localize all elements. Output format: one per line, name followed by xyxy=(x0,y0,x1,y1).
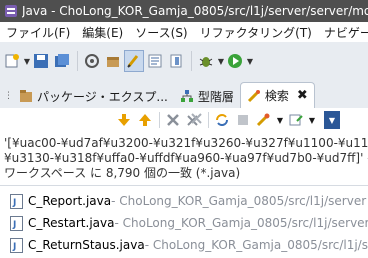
menu-edit[interactable]: 編集(E) xyxy=(76,24,129,41)
eclipse-app-icon xyxy=(4,4,18,18)
result-item[interactable]: J C_Restart.java - ChoLong_KOR_Gamja_080… xyxy=(0,212,368,234)
cancel-search-icon[interactable] xyxy=(233,110,253,130)
pin-view-icon[interactable] xyxy=(286,110,306,130)
previous-match-icon[interactable] xyxy=(135,110,155,130)
package-explorer-icon xyxy=(19,89,33,103)
toolbar-separator xyxy=(77,51,78,71)
debug-config-icon[interactable] xyxy=(82,50,102,72)
result-filename: C_ReturnStaus.java xyxy=(28,238,145,252)
refresh-icon[interactable] xyxy=(212,110,232,130)
svg-text:J: J xyxy=(12,242,16,252)
result-path: - ChoLong_KOR_Gamja_0805/src/l1j/server xyxy=(114,216,368,230)
window-title: Java - ChoLong_KOR_Gamja_0805/src/l1j/se… xyxy=(22,4,368,18)
menu-source[interactable]: ソース(S) xyxy=(129,24,193,41)
search-view-toolbar: ▼ ▼ ▼ xyxy=(0,108,368,132)
result-path: - ChoLong_KOR_Gamja_0805/src/l1j/server xyxy=(144,238,368,252)
type-hierarchy-icon xyxy=(180,89,194,103)
window-titlebar: Java - ChoLong_KOR_Gamja_0805/src/l1j/se… xyxy=(0,0,368,22)
result-filename: C_Report.java xyxy=(28,194,112,208)
next-match-icon[interactable] xyxy=(114,110,134,130)
run-icon[interactable] xyxy=(225,50,245,72)
history-dropdown-icon[interactable]: ▼ xyxy=(275,110,285,130)
new-dropdown-icon[interactable]: ▼ xyxy=(23,50,31,72)
menu-navigate[interactable]: ナビゲート(N) xyxy=(318,24,368,41)
view-tab-bar: ⋮ パッケージ・エクスプ... 型階層 検索 ✖ xyxy=(0,82,368,108)
java-file-icon: J xyxy=(10,193,23,209)
view-menu-icon[interactable]: ▼ xyxy=(324,111,340,129)
java-file-icon: J xyxy=(10,215,23,231)
toolbar-separator xyxy=(191,51,192,71)
main-toolbar: ▼ ▼ ▼ xyxy=(0,42,368,80)
pin-dropdown-icon[interactable]: ▼ xyxy=(307,110,317,130)
mark-occurrences-icon[interactable] xyxy=(124,50,144,72)
remove-all-icon[interactable] xyxy=(184,110,204,130)
java-file-icon: J xyxy=(10,237,23,253)
block-selection-icon[interactable] xyxy=(145,50,165,72)
result-item[interactable]: J C_ReturnStaus.java - ChoLong_KOR_Gamja… xyxy=(0,234,368,256)
drag-handle-icon[interactable]: ⋮ xyxy=(4,91,13,101)
new-icon[interactable] xyxy=(2,50,22,72)
svg-text:J: J xyxy=(12,198,16,208)
box-icon[interactable] xyxy=(103,50,123,72)
tab-label: 検索 xyxy=(264,89,289,103)
save-all-icon[interactable] xyxy=(52,50,72,72)
search-summary: '[¥uac00-¥ud7af¥u3200-¥u321f¥u3260-¥u327… xyxy=(0,132,368,181)
search-results-tree: J C_Report.java - ChoLong_KOR_Gamja_0805… xyxy=(0,186,368,256)
summary-line: ワークスペース に 8,790 個の一致 (*.java) xyxy=(4,166,241,180)
show-whitespace-icon[interactable] xyxy=(166,50,186,72)
search-view: ▼ ▼ ▼ '[¥uac00-¥ud7af¥u3200-¥u321f¥u3260… xyxy=(0,108,368,258)
close-icon[interactable]: ✖ xyxy=(297,88,308,103)
tab-label: パッケージ・エクスプ... xyxy=(37,89,168,104)
save-icon[interactable] xyxy=(31,50,51,72)
debug-icon[interactable] xyxy=(196,50,216,72)
tab-type-hierarchy[interactable]: 型階層 xyxy=(174,84,240,108)
search-icon xyxy=(247,89,261,103)
debug-dropdown-icon[interactable]: ▼ xyxy=(217,50,225,72)
menu-file[interactable]: ファイル(F) xyxy=(0,24,76,41)
result-item[interactable]: J C_Report.java - ChoLong_KOR_Gamja_0805… xyxy=(0,190,368,212)
tab-label: 型階層 xyxy=(197,89,234,104)
search-history-icon[interactable] xyxy=(254,110,274,130)
run-dropdown-icon[interactable]: ▼ xyxy=(246,50,254,72)
svg-text:J: J xyxy=(12,220,16,230)
result-path: - ChoLong_KOR_Gamja_0805/src/l1j/server xyxy=(111,194,367,208)
toolbar-separator xyxy=(208,112,209,128)
menu-refactor[interactable]: リファクタリング(T) xyxy=(194,24,318,41)
summary-line: ¥u3130-¥u318f¥uffa0-¥uffdf¥ua960-¥ua97f¥… xyxy=(4,151,368,165)
menu-bar: ファイル(F) 編集(E) ソース(S) リファクタリング(T) ナビゲート(N… xyxy=(0,22,368,42)
tab-search[interactable]: 検索 ✖ xyxy=(239,82,315,108)
tab-package-explorer[interactable]: ⋮ パッケージ・エクスプ... xyxy=(0,84,174,108)
result-filename: C_Restart.java xyxy=(28,216,115,230)
summary-line: '[¥uac00-¥ud7af¥u3200-¥u321f¥u3260-¥u327… xyxy=(4,136,368,150)
remove-selected-icon[interactable] xyxy=(163,110,183,130)
toolbar-separator xyxy=(159,112,160,128)
